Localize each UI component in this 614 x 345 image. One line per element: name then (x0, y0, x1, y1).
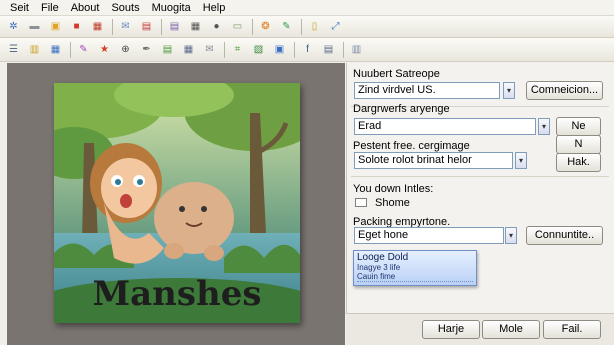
artwork-illustration: Manshes (54, 83, 300, 323)
document-icon[interactable]: ▤ (167, 19, 182, 34)
star-icon[interactable]: ★ (97, 42, 112, 57)
menu-about[interactable]: About (65, 0, 106, 16)
brush-icon[interactable]: ✎ (76, 42, 91, 57)
section1-field[interactable]: Zind virdvel US. (354, 82, 500, 99)
dropdown-popup[interactable]: Looge Dold Inagye 3 life Cauin fime (353, 250, 477, 286)
section4-label: You down Intles: (353, 183, 434, 195)
section3-label: Pestent free. cergimage (353, 140, 470, 152)
dropdown-option-1[interactable]: Looge Dold (357, 252, 473, 263)
app-window: Seit File About Souts Muogita Help ✲ ▬ ▣ ■ ▦… (0, 0, 614, 345)
connection-button[interactable]: Comneicion... (526, 81, 603, 100)
section2-label: Dargrwerfs aryenge (353, 103, 450, 115)
toolbar-separator (343, 41, 344, 58)
artwork-frame: Manshes (54, 83, 300, 323)
envelope-icon[interactable]: ✉ (202, 42, 217, 57)
menu-seit[interactable]: Seit (4, 0, 35, 16)
section3-dropdown-icon[interactable]: ▾ (515, 152, 527, 169)
hak-button[interactable]: Hak. (556, 153, 601, 172)
menu-help[interactable]: Help (197, 0, 232, 16)
grid-small-icon[interactable]: ▦ (181, 42, 196, 57)
toolbar-separator (252, 18, 253, 35)
toolbar-primary: ✲ ▬ ▣ ■ ▦ ✉ ▤ ▤ ▦ ● ▭ ❂ ✎ ▯ ⤢ (0, 16, 614, 38)
section3-field[interactable]: Solote rolot brinat helor (354, 152, 513, 169)
mole-button[interactable]: Mole (482, 320, 540, 339)
calendar-icon[interactable]: ▦ (90, 19, 105, 34)
zoom-icon[interactable]: ⊕ (118, 42, 133, 57)
mail-icon[interactable]: ✉ (118, 19, 133, 34)
table-icon[interactable]: ▦ (48, 42, 63, 57)
artwork-title: Manshes (92, 274, 261, 314)
section5-field[interactable]: Eget hone (354, 227, 504, 244)
toolbar-secondary: ☰ ▥ ▦ ✎ ★ ⊕ ✒ ▤ ▦ ✉ ⌗ ▧ ▣ f ▤ ▥ (0, 38, 614, 62)
toolbar-separator (301, 18, 302, 35)
section5-dropdown-icon[interactable]: ▾ (505, 227, 517, 244)
clipboard-icon[interactable]: ▥ (27, 42, 42, 57)
shome-checkbox[interactable] (355, 198, 367, 207)
menu-file[interactable]: File (35, 0, 65, 16)
fail-button[interactable]: Fail. (543, 320, 601, 339)
paint-icon[interactable]: ❂ (258, 19, 273, 34)
toolbar-separator (70, 41, 71, 58)
crop-icon[interactable]: ⌗ (230, 42, 245, 57)
panel-icon[interactable]: ▥ (349, 42, 364, 57)
section2-field[interactable]: Erad (354, 118, 536, 135)
pen-icon[interactable]: ✒ (139, 42, 154, 57)
dropdown-option-3[interactable]: Cauin fime (357, 272, 473, 282)
section2-spin-icon[interactable]: ▾ (538, 118, 550, 135)
frame-icon[interactable]: ▣ (272, 42, 287, 57)
toolbar-separator (112, 18, 113, 35)
save-icon[interactable]: ▤ (139, 19, 154, 34)
toolbar-separator (294, 41, 295, 58)
folder-lock-icon[interactable]: ▣ (48, 19, 63, 34)
image-edit-icon[interactable]: ✎ (279, 19, 294, 34)
properties-panel: Nuubert Satreope Zind virdvel US. ▾ Comn… (346, 63, 614, 345)
drive-icon[interactable]: ▬ (27, 19, 42, 34)
ne-button[interactable]: Ne (556, 117, 601, 136)
user-icon[interactable]: ● (209, 19, 224, 34)
page-icon[interactable]: ▯ (307, 19, 322, 34)
menu-souts[interactable]: Souts (105, 0, 145, 16)
image-canvas[interactable]: Manshes (7, 63, 345, 345)
menu-muogita[interactable]: Muogita (146, 0, 197, 16)
divider (351, 176, 609, 177)
facebook-icon[interactable]: f (300, 42, 315, 57)
layers-icon[interactable]: ▧ (251, 42, 266, 57)
grid-icon[interactable]: ▦ (188, 19, 203, 34)
dropdown-option-2[interactable]: Inagye 3 life (357, 263, 473, 272)
section1-dropdown-icon[interactable]: ▾ (503, 82, 515, 99)
list-icon[interactable]: ☰ (6, 42, 21, 57)
shome-option-label: Shome (375, 197, 410, 209)
toolbar-separator (224, 41, 225, 58)
gear-blue-icon[interactable]: ✲ (6, 19, 21, 34)
transform-icon[interactable]: ⤢ (328, 19, 343, 34)
page-green-icon[interactable]: ▤ (160, 42, 175, 57)
section1-label: Nuubert Satreope (353, 68, 440, 80)
toolbar-separator (161, 18, 162, 35)
window-icon[interactable]: ▭ (230, 19, 245, 34)
red-box-icon[interactable]: ■ (69, 19, 84, 34)
footer-bar: Harje Mole Fail. (346, 313, 614, 345)
harje-button[interactable]: Harje (422, 320, 480, 339)
connuntite-button[interactable]: Connuntite.. (526, 226, 603, 245)
view-icon[interactable]: ▤ (321, 42, 336, 57)
n-button[interactable]: N (556, 135, 601, 154)
menu-bar: Seit File About Souts Muogita Help (0, 0, 614, 16)
